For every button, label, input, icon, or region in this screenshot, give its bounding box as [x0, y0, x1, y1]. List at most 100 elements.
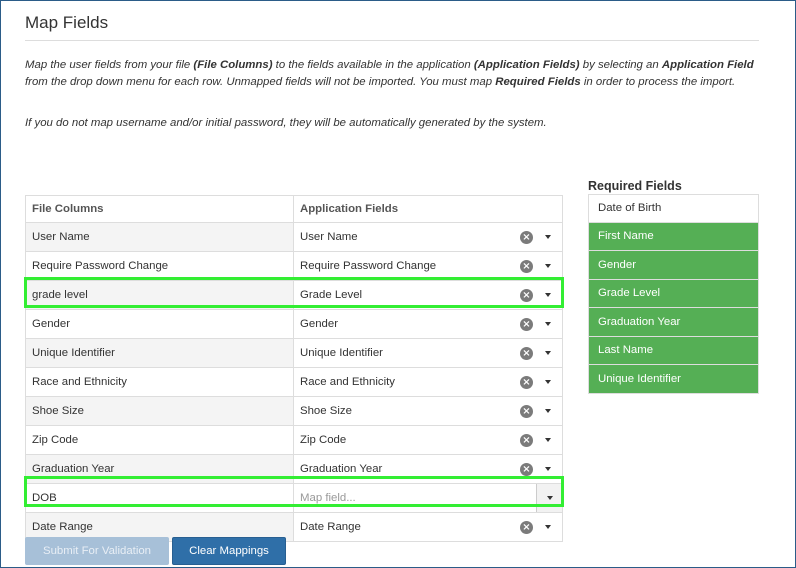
file-column-cell: Zip Code — [25, 425, 294, 455]
mapping-row: Graduation Year Graduation Year × — [25, 454, 563, 484]
file-column-cell: Graduation Year — [25, 454, 294, 484]
required-field-item: Grade Level — [588, 279, 759, 308]
mapping-row: DOB Map field... — [25, 483, 563, 513]
clear-icon[interactable]: × — [520, 520, 533, 534]
file-column-cell: Unique Identifier — [25, 338, 294, 368]
mapping-row: Gender Gender × — [25, 309, 563, 339]
caret-down-icon[interactable] — [545, 351, 551, 355]
instruction-text: from the drop down menu for each row. Un… — [25, 75, 496, 88]
submit-for-validation-button[interactable]: Submit For Validation — [25, 537, 169, 565]
selected-field-value: Grade Level — [300, 289, 363, 301]
field-mapping-table: File Columns Application Fields User Nam… — [25, 195, 563, 542]
clear-icon[interactable]: × — [520, 288, 533, 302]
application-field-cell: Unique Identifier × — [293, 338, 563, 368]
application-field-cell: Require Password Change × — [293, 251, 563, 281]
application-field-select[interactable]: Grade Level × — [294, 281, 562, 309]
instructions-paragraph: Map the user fields from your file (File… — [25, 57, 760, 90]
selected-field-value: Gender — [300, 318, 338, 330]
mapping-row: Require Password Change Require Password … — [25, 251, 563, 281]
application-field-select[interactable]: Require Password Change × — [294, 252, 562, 280]
clear-icon[interactable]: × — [520, 346, 533, 360]
clear-icon[interactable]: × — [520, 375, 533, 389]
instruction-text: Map the user fields from your file — [25, 59, 194, 71]
required-field-item: First Name — [588, 222, 759, 251]
mapping-row: Zip Code Zip Code × — [25, 425, 563, 455]
application-field-cell: Date Range × — [293, 512, 563, 542]
selected-field-value: Shoe Size — [300, 405, 352, 417]
application-field-select[interactable]: Race and Ethnicity × — [294, 368, 562, 396]
caret-down-icon[interactable] — [545, 293, 551, 297]
caret-down-icon[interactable] — [545, 409, 551, 413]
caret-down-icon[interactable] — [545, 322, 551, 326]
page-title: Map Fields — [25, 13, 109, 32]
required-fields-list: Date of Birth First Name Gender Grade Level… — [588, 194, 759, 394]
instruction-text: in order to process the import. — [580, 75, 736, 88]
mapping-row: User Name User Name × — [25, 222, 563, 252]
table-header-row: File Columns Application Fields — [25, 195, 563, 223]
application-field-select[interactable]: Zip Code × — [294, 426, 562, 454]
instruction-emphasis: Application Field — [661, 59, 754, 71]
application-field-select[interactable]: Unique Identifier × — [294, 339, 562, 367]
application-field-select[interactable]: Date Range × — [294, 513, 562, 541]
caret-down-icon[interactable] — [545, 264, 551, 268]
mapping-row: Unique Identifier Unique Identifier × — [25, 338, 563, 368]
application-field-cell: Graduation Year × — [293, 454, 563, 484]
selected-field-value: Race and Ethnicity — [300, 376, 395, 388]
instruction-emphasis: (Application Fields) — [473, 59, 580, 71]
application-field-cell: Grade Level × — [293, 280, 563, 310]
application-field-select[interactable]: User Name × — [294, 223, 562, 251]
clear-icon[interactable]: × — [520, 433, 533, 447]
application-fields-header: Application Fields — [293, 195, 563, 223]
mapping-row: grade level Grade Level × — [25, 280, 563, 310]
file-column-cell: Require Password Change — [25, 251, 294, 281]
file-column-cell: Gender — [25, 309, 294, 339]
file-columns-header: File Columns — [25, 195, 294, 223]
required-field-item: Gender — [588, 251, 759, 280]
clear-icon[interactable]: × — [520, 230, 533, 244]
selected-field-value: Date Range — [300, 521, 361, 533]
required-field-item: Date of Birth — [588, 194, 759, 223]
selected-field-value: Zip Code — [300, 434, 347, 446]
mapping-row: Race and Ethnicity Race and Ethnicity × — [25, 367, 563, 397]
autogenerate-note: If you do not map username and/or initia… — [25, 115, 760, 132]
selected-field-value: Require Password Change — [300, 260, 437, 272]
application-field-select[interactable]: Shoe Size × — [294, 397, 562, 425]
file-column-cell: Shoe Size — [25, 396, 294, 426]
file-column-cell: Race and Ethnicity — [25, 367, 294, 397]
caret-down-icon[interactable] — [545, 235, 551, 239]
instruction-text: to the fields available in the applicati… — [272, 59, 474, 71]
map-fields-panel: Map Fields Map the user fields from your… — [0, 0, 796, 568]
file-column-cell: User Name — [25, 222, 294, 252]
required-fields-title: Required Fields — [588, 179, 682, 193]
clear-icon[interactable]: × — [520, 404, 533, 418]
application-field-cell: Race and Ethnicity × — [293, 367, 563, 397]
instruction-emphasis: Required Fields — [495, 75, 581, 88]
application-field-cell: Gender × — [293, 309, 563, 339]
mapping-row: Shoe Size Shoe Size × — [25, 396, 563, 426]
application-field-select[interactable]: Map field... — [294, 484, 562, 512]
instruction-emphasis: (File Columns) — [193, 59, 273, 71]
title-divider — [25, 40, 759, 41]
caret-down-icon[interactable] — [545, 525, 551, 529]
selected-field-value: Graduation Year — [300, 463, 383, 475]
map-field-placeholder: Map field... — [300, 492, 356, 504]
instruction-text: If you do not map username and/or initia… — [25, 117, 547, 129]
required-field-item: Unique Identifier — [588, 365, 759, 394]
caret-down-icon — [546, 496, 553, 500]
instruction-text: by selecting an — [579, 59, 662, 71]
selected-field-value: User Name — [300, 231, 358, 243]
caret-down-icon[interactable] — [545, 438, 551, 442]
clear-mappings-button[interactable]: Clear Mappings — [172, 537, 286, 565]
caret-down-icon[interactable] — [545, 467, 551, 471]
file-column-cell: grade level — [25, 280, 294, 310]
clear-icon[interactable]: × — [520, 259, 533, 273]
application-field-cell: User Name × — [293, 222, 563, 252]
required-field-item: Last Name — [588, 336, 759, 365]
application-field-select[interactable]: Graduation Year × — [294, 455, 562, 483]
caret-down-icon[interactable] — [545, 380, 551, 384]
dropdown-toggle[interactable] — [536, 484, 562, 512]
selected-field-value: Unique Identifier — [300, 347, 383, 359]
clear-icon[interactable]: × — [520, 462, 533, 476]
application-field-select[interactable]: Gender × — [294, 310, 562, 338]
clear-icon[interactable]: × — [520, 317, 533, 331]
